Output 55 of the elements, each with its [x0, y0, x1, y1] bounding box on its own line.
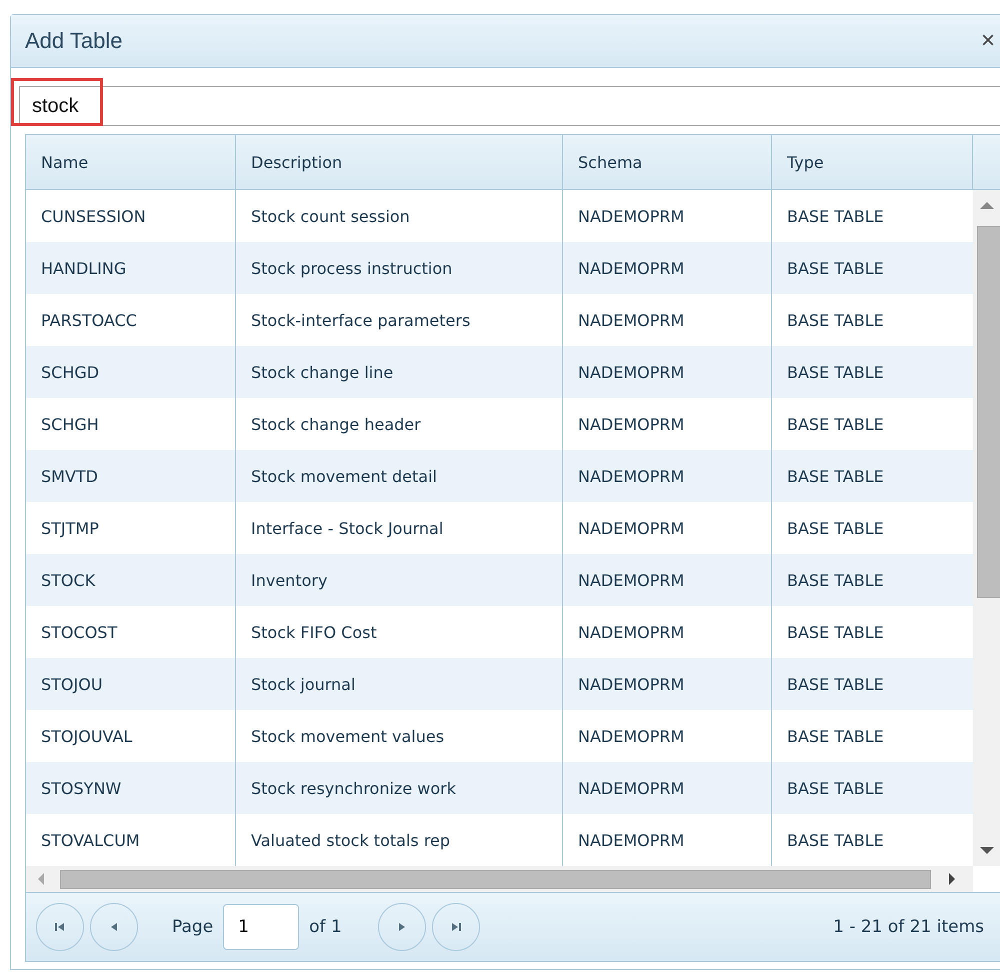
table-row[interactable]: STOCK Inventory NADEMOPRM BASE TABLE — [26, 554, 973, 606]
first-page-icon — [53, 920, 67, 934]
column-header[interactable]: Type — [772, 135, 973, 189]
column-header[interactable]: Schema — [563, 135, 772, 189]
table-cell: SCHGD — [26, 346, 236, 398]
next-page-button[interactable] — [378, 903, 426, 951]
table-cell: NADEMOPRM — [563, 242, 772, 294]
column-header[interactable]: Name — [26, 135, 236, 189]
search-field[interactable]: stock — [19, 86, 1000, 126]
vertical-scrollbar[interactable] — [973, 190, 1000, 866]
table-row[interactable]: STOSYNW Stock resynchronize work NADEMOPRM BASE TABLE — [26, 762, 973, 814]
last-page-button[interactable] — [432, 903, 480, 951]
table-cell: HANDLING — [26, 242, 236, 294]
table-cell-text: BASE TABLE — [786, 570, 885, 592]
table-cell: NADEMOPRM — [563, 346, 772, 398]
table-cell-text: BASE TABLE — [786, 310, 885, 332]
table-cell: Stock movement detail — [236, 450, 563, 502]
first-page-button[interactable] — [36, 903, 84, 951]
table-cell-text: BASE TABLE — [786, 830, 885, 852]
table-cell: NADEMOPRM — [563, 450, 772, 502]
table-cell: Stock change line — [236, 346, 563, 398]
table-cell: STOSYNW — [26, 762, 236, 814]
table-cell: Stock process instruction — [236, 242, 563, 294]
table-cell: NADEMOPRM — [563, 762, 772, 814]
table-cell: SMVTD — [26, 450, 236, 502]
table-cell-text: BASE TABLE — [786, 778, 885, 800]
table-cell-text: BASE TABLE — [786, 622, 885, 644]
table-cell: Stock resynchronize work — [236, 762, 563, 814]
items-summary: 1 - 21 of 21 items — [833, 917, 984, 937]
page-label: Page — [172, 917, 214, 937]
table-cell: Stock journal — [236, 658, 563, 710]
close-button[interactable]: × — [980, 27, 995, 55]
table-cell: STOJOU — [26, 658, 236, 710]
table-cell-text: BASE TABLE — [786, 258, 885, 280]
table-cell-text: BASE TABLE — [786, 466, 885, 488]
table-cell-text: BASE TABLE — [786, 362, 885, 384]
table-cell: NADEMOPRM — [563, 658, 772, 710]
table-cell-text: BASE TABLE — [786, 726, 885, 748]
window-title: Add Table — [25, 28, 122, 54]
previous-page-button[interactable] — [90, 903, 138, 951]
page-count: of 1 — [309, 917, 342, 937]
table-cell-text: BASE TABLE — [786, 206, 885, 228]
table-cell: NADEMOPRM — [563, 554, 772, 606]
column-header[interactable]: Description — [236, 135, 563, 189]
table-cell-text: BASE TABLE — [786, 414, 885, 436]
table-row[interactable]: SCHGD Stock change line NADEMOPRM BASE TABLE — [26, 346, 973, 398]
horizontal-scrollbar[interactable] — [26, 866, 973, 892]
table-cell: STOCK — [26, 554, 236, 606]
table-row[interactable]: STOJOU Stock journal NADEMOPRM BASE TABLE — [26, 658, 973, 710]
page-input[interactable]: 1 — [223, 904, 300, 950]
table-row[interactable]: SMVTD Stock movement detail NADEMOPRM BASE TABLE — [26, 450, 973, 502]
table-cell: Inventory — [236, 554, 563, 606]
table-cell-text: BASE TABLE — [786, 674, 885, 696]
table-cell-text: BASE TABLE — [786, 518, 885, 540]
table-row[interactable]: HANDLING Stock process instruction NADEMOPRM BASE TABLE — [26, 242, 973, 294]
